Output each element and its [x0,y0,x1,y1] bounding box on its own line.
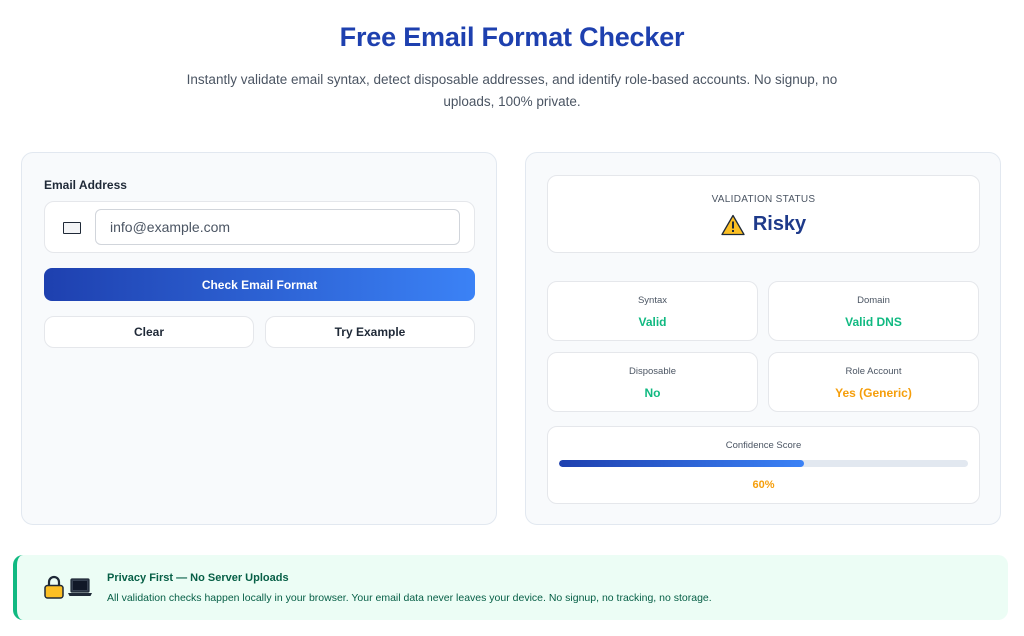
check-label: Role Account [845,366,902,377]
try-example-button[interactable]: Try Example [265,316,475,348]
page: Free Email Format Checker Instantly vali… [0,0,1024,636]
confidence-progress-fill [559,460,805,467]
clear-button[interactable]: Clear [44,316,254,348]
envelope-icon [63,222,81,234]
confidence-score-card: Confidence Score 60% [547,426,980,504]
role-account-check-card: Role Account Yes (Generic) [768,352,979,412]
privacy-banner: Privacy First — No Server Uploads All va… [13,555,1008,620]
check-value: No [644,386,661,400]
domain-check-card: Domain Valid DNS [768,281,979,341]
status-value: Risky [752,213,807,235]
privacy-title: Privacy First — No Server Uploads [107,572,289,584]
check-value: Valid [638,315,667,329]
confidence-label: Confidence Score [725,440,802,451]
laptop-icon [68,578,92,596]
disposable-check-card: Disposable No [547,352,758,412]
page-title: Free Email Format Checker [339,22,685,52]
check-label: Syntax [637,295,668,306]
warning-icon [721,214,745,235]
results-panel: VALIDATION STATUS Risky Syntax Valid Dom… [525,152,1001,525]
check-value: Valid DNS [845,315,902,329]
status-label: VALIDATION STATUS [711,194,816,205]
privacy-text: All validation checks happen locally in … [107,592,712,604]
check-label: Domain [857,295,890,306]
page-subtitle: Instantly validate email syntax, detect … [186,72,838,109]
email-field-label: Email Address [44,178,127,192]
confidence-value: 60% [752,479,775,491]
email-input[interactable] [95,209,460,245]
lock-icon [44,575,64,599]
status-row: Risky [548,213,979,236]
input-panel: Email Address Check Email Format Clear T… [21,152,497,525]
syntax-check-card: Syntax Valid [547,281,758,341]
check-label: Disposable [629,366,676,377]
check-email-button[interactable]: Check Email Format [44,268,475,301]
email-input-wrapper [44,201,475,253]
confidence-progress-bar [559,460,968,467]
check-value: Yes (Generic) [835,386,912,400]
validation-status-card: VALIDATION STATUS Risky [547,175,980,253]
